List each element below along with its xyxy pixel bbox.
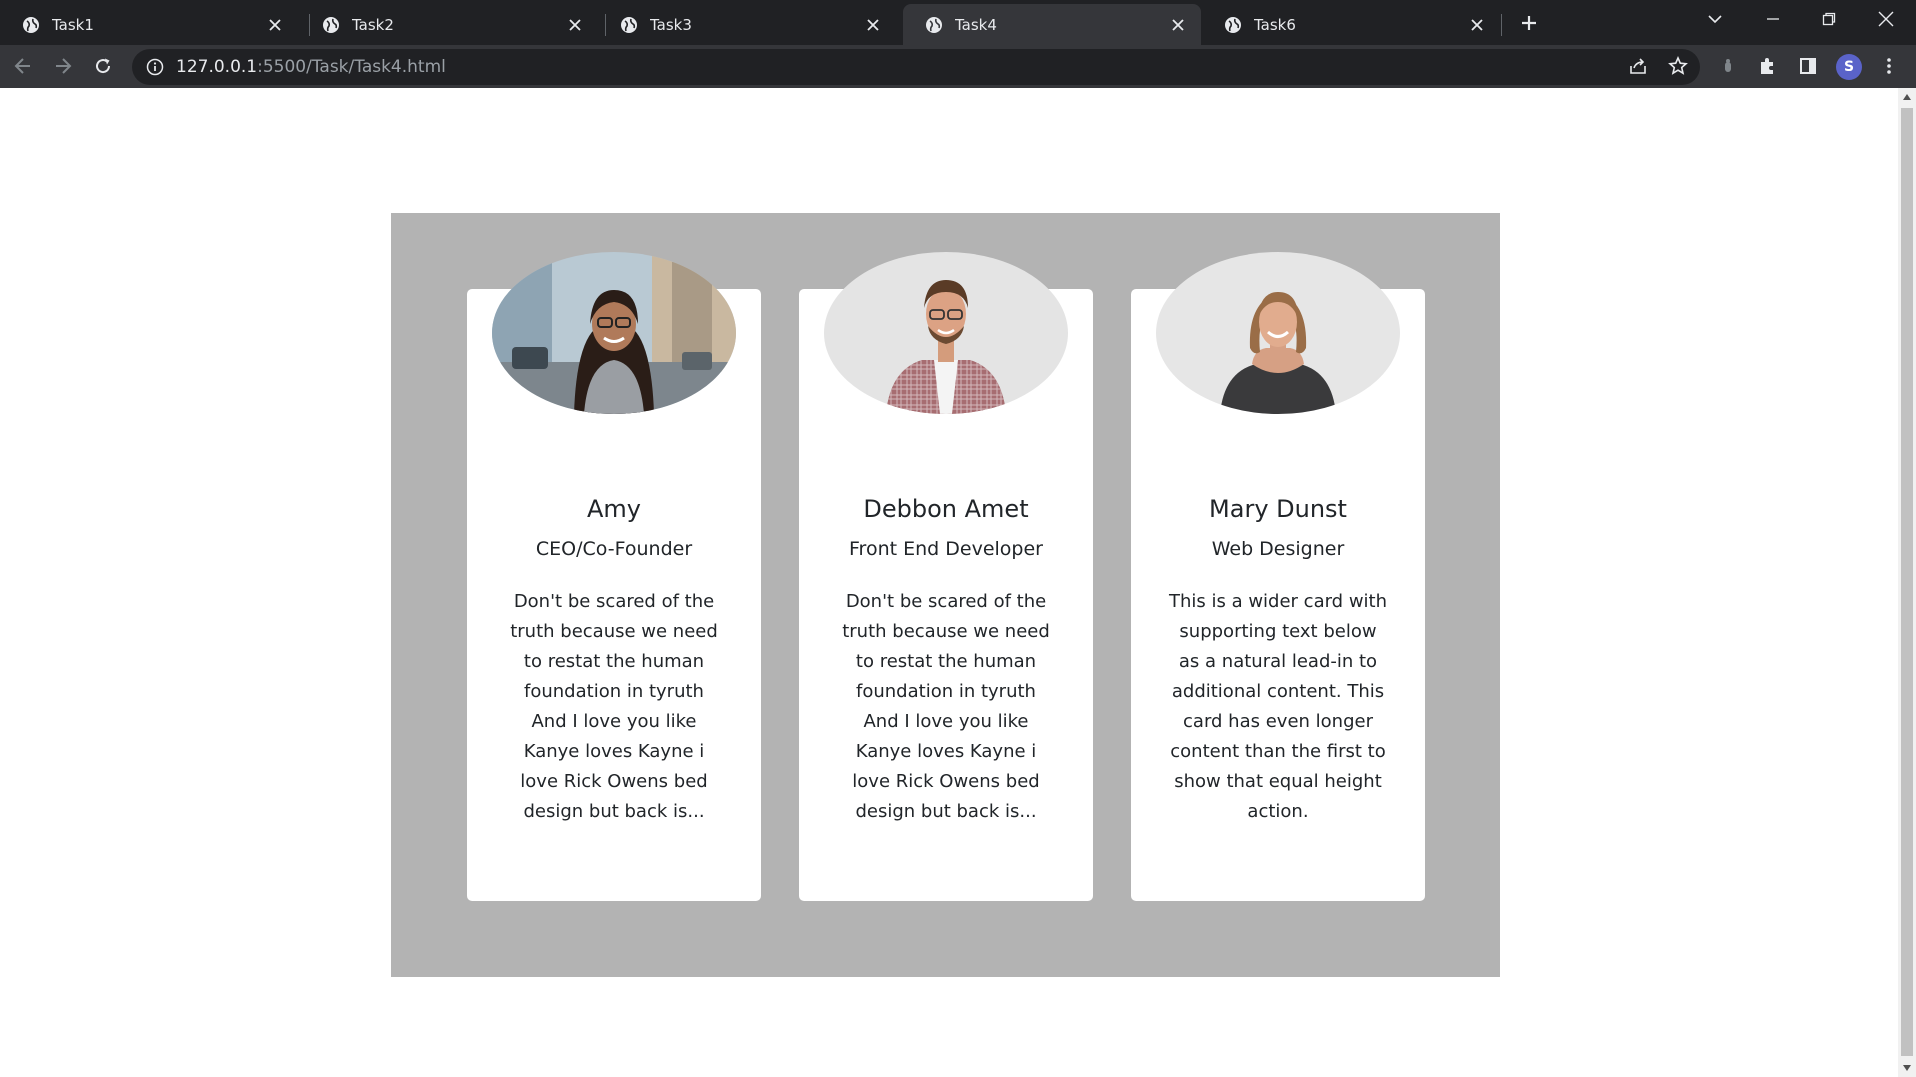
arrow-right-icon [56, 58, 72, 74]
tab-title: Task1 [52, 15, 94, 34]
kebab-menu-icon [1887, 58, 1891, 74]
vertical-scrollbar[interactable] [1898, 88, 1916, 1077]
share-button[interactable] [1623, 51, 1653, 81]
tab-task1[interactable]: Task1 [0, 4, 298, 45]
restore-button[interactable] [1801, 0, 1857, 38]
woman-glasses-photo [492, 252, 736, 414]
side-panel-button[interactable] [1793, 51, 1823, 81]
plus-icon [1522, 16, 1536, 30]
team-panel: Amy CEO/Co-Founder Don't be scared of th… [391, 213, 1500, 977]
share-icon [1630, 58, 1646, 74]
profile-photo [824, 252, 1068, 414]
profile-photo [492, 252, 736, 414]
extension-icon [1725, 59, 1731, 72]
man-plaid-photo [824, 252, 1068, 414]
side-panel-icon [1800, 58, 1816, 74]
globe-icon [1225, 16, 1241, 33]
tab-title: Task2 [352, 15, 394, 34]
close-icon[interactable] [266, 16, 284, 34]
url-text: 127.0.0.1:5500/Task/Task4.html [176, 57, 446, 77]
tab-title: Task4 [955, 15, 997, 34]
scroll-down-button[interactable] [1898, 1059, 1916, 1077]
close-icon[interactable] [1169, 16, 1187, 34]
browser-menu-button[interactable] [1874, 51, 1904, 81]
tab-title: Task6 [1254, 15, 1296, 34]
globe-icon [926, 16, 942, 33]
back-button[interactable] [8, 51, 38, 81]
profile-avatar[interactable]: S [1836, 54, 1862, 80]
close-icon[interactable] [1468, 16, 1486, 34]
card-name: Amy [587, 495, 641, 523]
card-name: Debbon Amet [863, 495, 1029, 523]
star-icon [1668, 56, 1688, 75]
puzzle-icon [1761, 58, 1773, 74]
tab-task2[interactable]: Task2 [300, 4, 598, 45]
url-host: 127.0.0.1 [176, 57, 258, 77]
tab-divider [1501, 14, 1502, 36]
close-icon [1878, 11, 1894, 27]
tab-task4[interactable]: Task4 [903, 4, 1201, 45]
arrow-left-icon [14, 58, 30, 74]
close-icon[interactable] [864, 16, 882, 34]
restore-icon [1822, 12, 1836, 26]
card-role: CEO/Co-Founder [535, 538, 693, 560]
profile-card: Debbon Amet Front End Developer Don't be… [799, 252, 1093, 901]
tab-task6[interactable]: Task6 [1202, 4, 1500, 45]
scroll-up-button[interactable] [1898, 88, 1916, 106]
card-name: Mary Dunst [1209, 495, 1347, 523]
bookmark-button[interactable] [1663, 51, 1693, 81]
chevron-down-icon [1708, 15, 1722, 24]
url-path: :5500/Task/Task4.html [257, 57, 446, 77]
globe-icon [23, 16, 39, 33]
close-icon[interactable] [566, 16, 584, 34]
profile-card: Amy CEO/Co-Founder Don't be scared of th… [467, 252, 761, 901]
profile-photo [1156, 252, 1400, 414]
woman-black-tee-photo [1156, 252, 1400, 414]
card-text: Don't be scared of the truth because we … [842, 591, 1050, 822]
triangle-down-icon [1903, 1065, 1911, 1071]
tab-title: Task3 [650, 15, 692, 34]
new-tab-button[interactable] [1514, 8, 1544, 38]
tab-search-button[interactable] [1687, 0, 1743, 38]
info-icon[interactable] [146, 58, 164, 76]
triangle-up-icon [1903, 94, 1911, 100]
card-text: This is a wider card with supporting tex… [1168, 591, 1388, 822]
tab-task3[interactable]: Task3 [598, 4, 896, 45]
address-bar[interactable]: 127.0.0.1:5500/Task/Task4.html [132, 49, 1700, 85]
page-viewport: Amy CEO/Co-Founder Don't be scared of th… [0, 88, 1898, 1077]
card-role: Front End Developer [849, 538, 1043, 560]
tab-strip: Task1 Task2 Task3 Task4 Task6 [0, 0, 1916, 45]
forward-button[interactable] [48, 51, 78, 81]
close-window-button[interactable] [1858, 0, 1914, 38]
profile-card: Mary Dunst Web Designer This is a wider … [1131, 252, 1425, 901]
reload-button[interactable] [88, 51, 118, 81]
globe-icon [323, 16, 339, 33]
browser-toolbar: 127.0.0.1:5500/Task/Task4.html S [0, 45, 1916, 88]
globe-icon [621, 16, 637, 33]
minimize-icon [1767, 18, 1779, 20]
reload-icon [96, 58, 111, 74]
scroll-thumb[interactable] [1901, 108, 1913, 1056]
extensions-menu-button[interactable] [1753, 51, 1783, 81]
card-text: Don't be scared of the truth because we … [510, 591, 718, 822]
extension-button[interactable] [1713, 51, 1743, 81]
card-role: Web Designer [1211, 538, 1345, 560]
minimize-button[interactable] [1745, 0, 1801, 38]
